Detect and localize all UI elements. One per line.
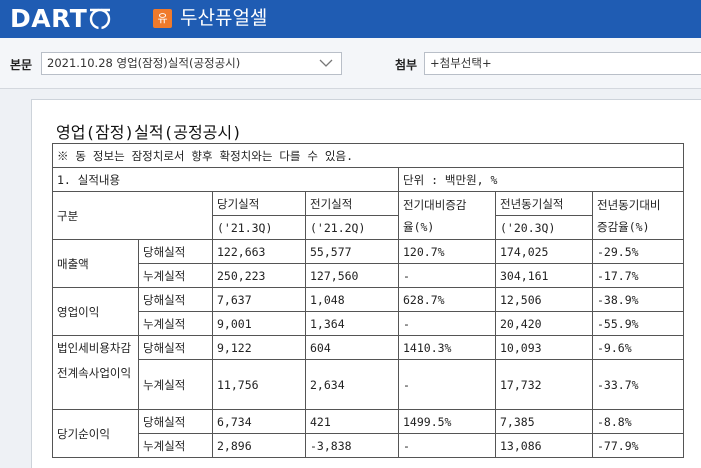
chevron-down-icon <box>319 53 333 81</box>
current-value: 11,756 <box>212 359 306 410</box>
previous-value: 421 <box>305 409 399 434</box>
prev-change-header: 전기대비증감 <box>398 191 496 216</box>
prev-change-subheader: 율(%) <box>398 215 496 240</box>
prev-change-value: - <box>398 311 496 336</box>
previous-value: 55,577 <box>305 239 399 264</box>
table-row: 누계실적 11,756 2,634 - 17,732 -33.7% <box>53 359 684 410</box>
table-row: 영업이익 당해실적 7,637 1,048 628.7% 12,506 -38.… <box>52 287 684 336</box>
current-value: 6,734 <box>212 409 306 434</box>
previous-value: 127,560 <box>305 263 399 288</box>
period-type: 누계실적 <box>138 311 213 336</box>
current-period-header: 당기실적 <box>212 191 306 216</box>
yoy-change-value: -9.6% <box>592 335 684 360</box>
yoy-change-value: -29.5% <box>592 239 684 264</box>
current-value: 9,001 <box>212 311 306 336</box>
yoy-value: 20,420 <box>495 311 593 336</box>
yoy-period-subheader: ('20.3Q) <box>495 215 593 240</box>
period-type: 누계실적 <box>138 263 213 288</box>
company-name: 두산퓨얼셀 <box>180 7 268 29</box>
attachment-select[interactable]: +첨부선택+ <box>424 52 701 75</box>
notice-text: ※ 동 정보는 잠정치로서 향후 확정치와는 다를 수 있음. <box>52 143 684 168</box>
table-row: 누계실적 250,223 127,560 - 304,161 -17.7% <box>53 263 684 288</box>
item-label: 당기순이익 <box>52 409 139 458</box>
yoy-change-value: -33.7% <box>592 359 684 410</box>
current-value: 250,223 <box>212 263 306 288</box>
current-value: 122,663 <box>212 239 306 264</box>
previous-value: 604 <box>305 335 399 360</box>
previous-value: -3,838 <box>305 433 399 458</box>
yoy-value: 12,506 <box>495 287 593 312</box>
current-value: 2,896 <box>212 433 306 458</box>
prev-change-value: - <box>398 433 496 458</box>
table-row: 누계실적 2,896 -3,838 - 13,086 -77.9% <box>53 433 684 458</box>
prev-change-value: 120.7% <box>398 239 496 264</box>
yoy-change-value: -55.9% <box>592 311 684 336</box>
period-type: 당해실적 <box>138 335 213 360</box>
logo-sun-icon <box>88 6 112 30</box>
table-row: 당기순이익 당해실적 6,734 421 1499.5% 7,385 -8.8% <box>52 409 684 458</box>
prev-change-value: - <box>398 359 496 410</box>
previous-value: 1,048 <box>305 287 399 312</box>
results-table: ※ 동 정보는 잠정치로서 향후 확정치와는 다를 수 있음. 1. 실적내용 … <box>52 143 684 458</box>
yoy-change-header: 전년동기대비 <box>592 191 684 216</box>
document-selector-bar: 본문 2021.10.28 영업(잠정)실적(공정공시) 첨부 +첨부선택+ <box>0 38 701 89</box>
document-title: 영업(잠정)실적(공정공시) <box>56 123 242 142</box>
report-select-label: 본문 <box>10 58 33 72</box>
table-row: 매출액 당해실적 122,663 55,577 120.7% 174,025 -… <box>52 239 684 288</box>
attachment-select-label: 첨부 <box>395 58 418 72</box>
yoy-value: 10,093 <box>495 335 593 360</box>
yoy-value: 17,732 <box>495 359 593 410</box>
top-header: DART 유 두산퓨얼셀 <box>0 0 701 38</box>
section-heading: 1. 실적내용 <box>52 167 399 192</box>
yoy-value: 304,161 <box>495 263 593 288</box>
current-period-subheader: ('21.3Q) <box>212 215 306 240</box>
item-label: 법인세비용차감전계속사업이익 <box>52 335 139 410</box>
item-label: 영업이익 <box>52 287 139 336</box>
company-type-badge: 유 <box>153 9 172 28</box>
table-row: 누계실적 9,001 1,364 - 20,420 -55.9% <box>53 311 684 336</box>
yoy-change-value: -17.7% <box>592 263 684 288</box>
prev-change-value: 628.7% <box>398 287 496 312</box>
previous-value: 2,634 <box>305 359 399 410</box>
period-type: 당해실적 <box>138 409 213 434</box>
current-value: 9,122 <box>212 335 306 360</box>
unit-label: 단위 : 백만원, % <box>398 167 684 192</box>
yoy-value: 13,086 <box>495 433 593 458</box>
previous-period-header: 전기실적 <box>305 191 399 216</box>
yoy-change-value: -8.8% <box>592 409 684 434</box>
yoy-change-value: -38.9% <box>592 287 684 312</box>
period-type: 누계실적 <box>138 433 213 458</box>
attachment-select-value: +첨부선택+ <box>430 56 492 70</box>
yoy-change-subheader: 증감율(%) <box>592 215 684 240</box>
logo-text: DART <box>10 3 88 33</box>
dart-logo[interactable]: DART <box>10 3 112 33</box>
item-label: 매출액 <box>52 239 139 288</box>
prev-change-value: - <box>398 263 496 288</box>
previous-value: 1,364 <box>305 311 399 336</box>
period-type: 당해실적 <box>138 239 213 264</box>
yoy-value: 174,025 <box>495 239 593 264</box>
yoy-period-header: 전년동기실적 <box>495 191 593 216</box>
yoy-value: 7,385 <box>495 409 593 434</box>
previous-period-subheader: ('21.2Q) <box>305 215 399 240</box>
current-value: 7,637 <box>212 287 306 312</box>
table-row: 법인세비용차감전계속사업이익 당해실적 9,122 604 1410.3% 10… <box>52 335 684 410</box>
yoy-change-value: -77.9% <box>592 433 684 458</box>
report-select-value: 2021.10.28 영업(잠정)실적(공정공시) <box>47 56 241 70</box>
report-select[interactable]: 2021.10.28 영업(잠정)실적(공정공시) <box>41 52 342 75</box>
period-type: 누계실적 <box>138 359 213 410</box>
prev-change-value: 1410.3% <box>398 335 496 360</box>
period-type: 당해실적 <box>138 287 213 312</box>
category-header: 구분 <box>52 191 213 240</box>
prev-change-value: 1499.5% <box>398 409 496 434</box>
